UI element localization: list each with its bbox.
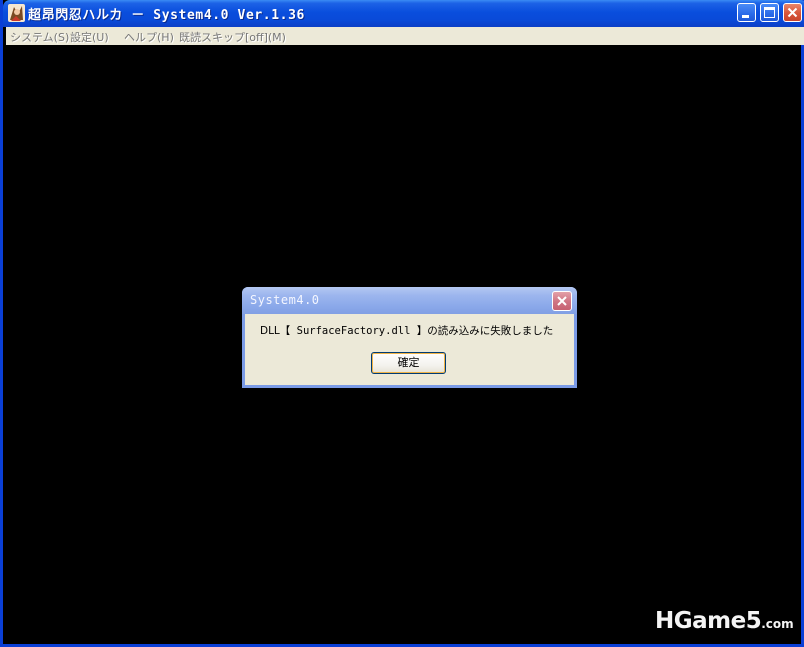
minimize-icon — [742, 15, 749, 18]
message-suffix: 】の読み込みに失敗しました — [416, 325, 554, 337]
watermark-suffix: .com — [761, 617, 794, 631]
maximize-icon — [764, 7, 775, 18]
dialog-message: DLL【 SurfaceFactory.dll 】の読み込みに失敗しました — [260, 323, 553, 338]
close-icon — [557, 296, 567, 306]
watermark: HGame5.com — [655, 608, 794, 634]
maximize-button[interactable] — [760, 3, 779, 22]
close-button[interactable] — [783, 3, 802, 22]
dialog-close-button[interactable] — [552, 291, 572, 311]
menu-system[interactable]: システム(S) — [10, 29, 69, 45]
menu-read-skip[interactable]: 既読スキップ[off](M) — [179, 29, 286, 45]
menu-settings[interactable]: 設定(U) — [70, 29, 109, 45]
dialog-title: System4.0 — [250, 293, 320, 307]
menu-bar: システム(S) 設定(U) ヘルプ(H) 既読スキップ[off](M) — [6, 27, 804, 45]
watermark-main: HGame5 — [655, 608, 762, 634]
window-title: 超昂閃忍ハルカ － System4.0 Ver.1.36 — [28, 8, 305, 23]
error-dialog: System4.0 DLL【 SurfaceFactory.dll 】の読み込み… — [242, 287, 577, 388]
minimize-button[interactable] — [737, 3, 756, 22]
menu-help[interactable]: ヘルプ(H) — [124, 29, 174, 45]
ok-button[interactable]: 確定 — [371, 352, 446, 374]
message-file: SurfaceFactory.dll — [290, 325, 417, 337]
close-icon — [787, 7, 798, 18]
message-prefix: DLL【 — [260, 325, 291, 337]
dialog-title-bar[interactable]: System4.0 — [242, 287, 577, 314]
app-icon[interactable] — [8, 4, 25, 22]
app-window: 超昂閃忍ハルカ － System4.0 Ver.1.36 システム(S) 設定(… — [0, 0, 804, 647]
title-bar[interactable]: 超昂閃忍ハルカ － System4.0 Ver.1.36 — [3, 0, 804, 27]
